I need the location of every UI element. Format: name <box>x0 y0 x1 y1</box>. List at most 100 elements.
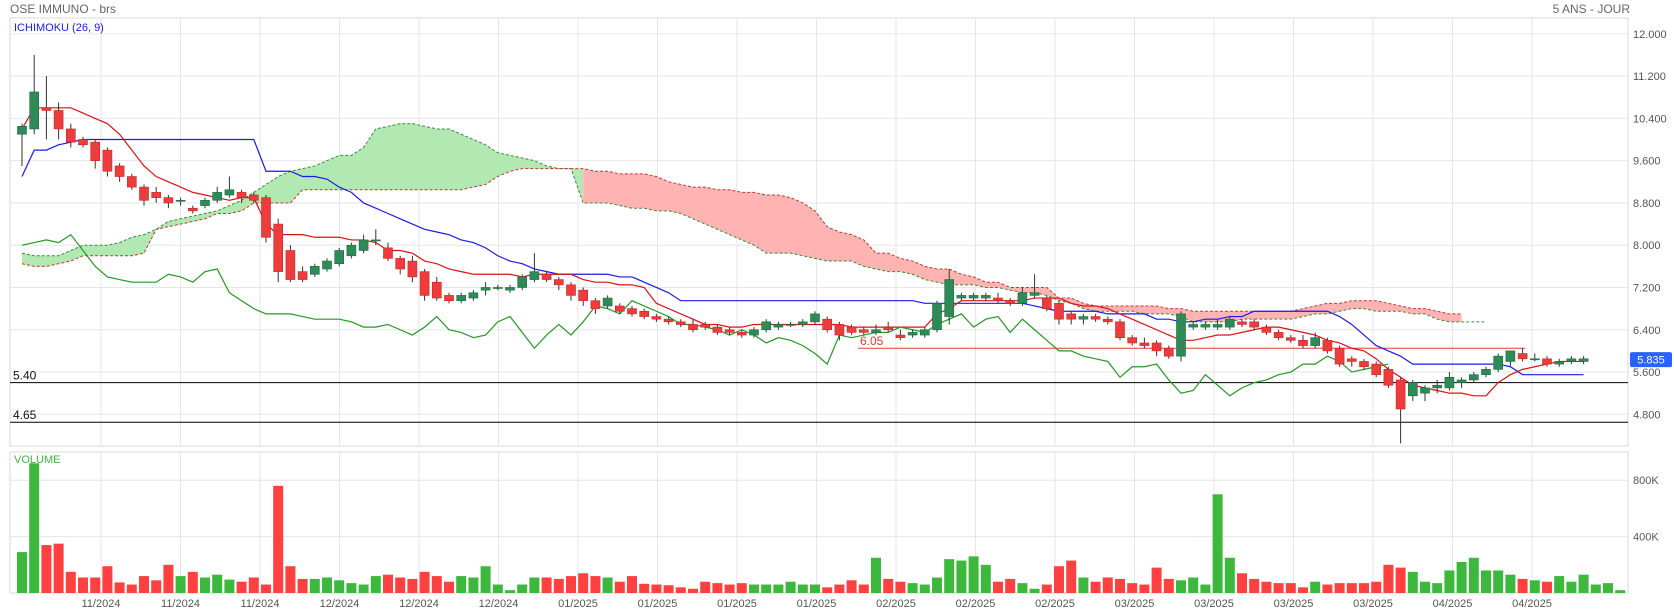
candle-body <box>895 334 906 338</box>
volume-bar <box>1127 583 1138 593</box>
candle <box>1066 311 1076 325</box>
candle <box>822 316 833 333</box>
volume-bar <box>1590 584 1601 593</box>
candle-body <box>1371 363 1381 375</box>
candle-body <box>1408 382 1418 397</box>
volume-bar <box>846 580 857 593</box>
candle-body <box>1017 292 1028 304</box>
candle <box>602 295 613 309</box>
candle <box>139 184 149 206</box>
volume-bar <box>1176 580 1186 593</box>
volume-bar <box>700 581 711 593</box>
candle-body <box>566 284 576 296</box>
candle <box>127 173 137 190</box>
candle-body <box>1005 300 1016 304</box>
volume-bar <box>956 560 967 593</box>
price-tick-label: 12.000 <box>1633 29 1667 41</box>
candle <box>919 327 930 338</box>
candle-body <box>1432 384 1442 389</box>
candle-body <box>736 332 747 336</box>
x-tick-label: 01/2025 <box>717 598 757 610</box>
candle-body <box>553 279 564 286</box>
candle-body <box>1481 369 1491 375</box>
chart-canvas[interactable]: 5.40 4.65 6.05 12.000 11.200 10.400 9.600 8.80… <box>0 0 1674 613</box>
candle <box>1566 356 1577 365</box>
volume-bar <box>1407 571 1418 593</box>
candle <box>1127 335 1137 346</box>
volume-bar <box>492 584 503 593</box>
volume-bar <box>334 580 345 593</box>
candle <box>834 321 845 341</box>
volume-bar <box>1078 577 1089 593</box>
volume-bar <box>1090 581 1101 593</box>
volume-bar <box>553 578 564 593</box>
candle-body <box>163 197 174 204</box>
volume-bar <box>602 577 613 593</box>
x-tick-label: 04/2025 <box>1433 598 1473 610</box>
senkou-span-b <box>21 168 1462 315</box>
candle-body <box>1505 350 1516 362</box>
volume-bar <box>785 581 796 593</box>
candle <box>1200 321 1211 330</box>
candle-body <box>907 332 918 336</box>
candle-body <box>1042 297 1052 309</box>
volume-bar <box>1432 583 1443 593</box>
candle <box>17 123 27 166</box>
volume-bar <box>114 582 125 593</box>
candle <box>712 324 723 336</box>
volume-bar <box>346 583 357 593</box>
candle-body <box>919 329 930 336</box>
candle <box>456 292 467 304</box>
volume-bar <box>1066 560 1077 593</box>
candle <box>175 197 186 206</box>
candle-body <box>1517 353 1528 360</box>
candle <box>749 327 759 338</box>
candle-body <box>224 189 235 196</box>
candle-body <box>1420 387 1430 394</box>
volume-bar <box>1578 574 1589 593</box>
volume-bar <box>358 584 369 593</box>
volume-bar <box>1505 574 1516 593</box>
volume-bar <box>1456 561 1467 593</box>
candle-body <box>749 329 759 336</box>
indicator-label: ICHIMOKU (26, 9) <box>14 22 104 34</box>
volume-bar <box>17 552 27 593</box>
x-tick-label: 11/2024 <box>161 598 200 610</box>
candle-body <box>1273 332 1284 338</box>
candle <box>66 123 76 148</box>
candle <box>968 292 979 301</box>
volume-bar <box>1493 570 1504 593</box>
volume-bar <box>675 587 686 593</box>
candle-body <box>212 192 222 201</box>
price-tick-label: 11.200 <box>1633 71 1666 83</box>
candle-body <box>127 176 137 188</box>
candle-body <box>614 305 625 312</box>
volume-bar <box>1237 573 1247 593</box>
candle-body <box>236 192 247 198</box>
volume-tick-label: 400K <box>1633 532 1659 544</box>
candle-body <box>1469 374 1479 381</box>
volume-bar <box>175 576 186 593</box>
volume-bar <box>1603 583 1613 593</box>
candle <box>322 258 332 272</box>
candle <box>1115 319 1125 341</box>
candle-body <box>1322 340 1333 352</box>
volume-bar <box>1139 584 1150 593</box>
candle <box>1042 295 1052 312</box>
price-tick-label: 4.800 <box>1633 409 1661 421</box>
candle-body <box>78 139 88 146</box>
candle <box>419 268 430 301</box>
candle-body <box>1383 369 1394 386</box>
candle <box>1481 366 1491 378</box>
candle <box>1554 358 1564 367</box>
candle-body <box>249 194 259 201</box>
x-tick-label: 12/2024 <box>479 598 519 610</box>
price-tick-label: 8.800 <box>1633 198 1661 210</box>
candle <box>517 274 528 291</box>
candle <box>675 319 686 328</box>
candle <box>1408 379 1418 402</box>
candle <box>1359 358 1369 370</box>
candle-body <box>1578 358 1589 362</box>
candle <box>444 292 454 304</box>
candle <box>346 242 357 259</box>
